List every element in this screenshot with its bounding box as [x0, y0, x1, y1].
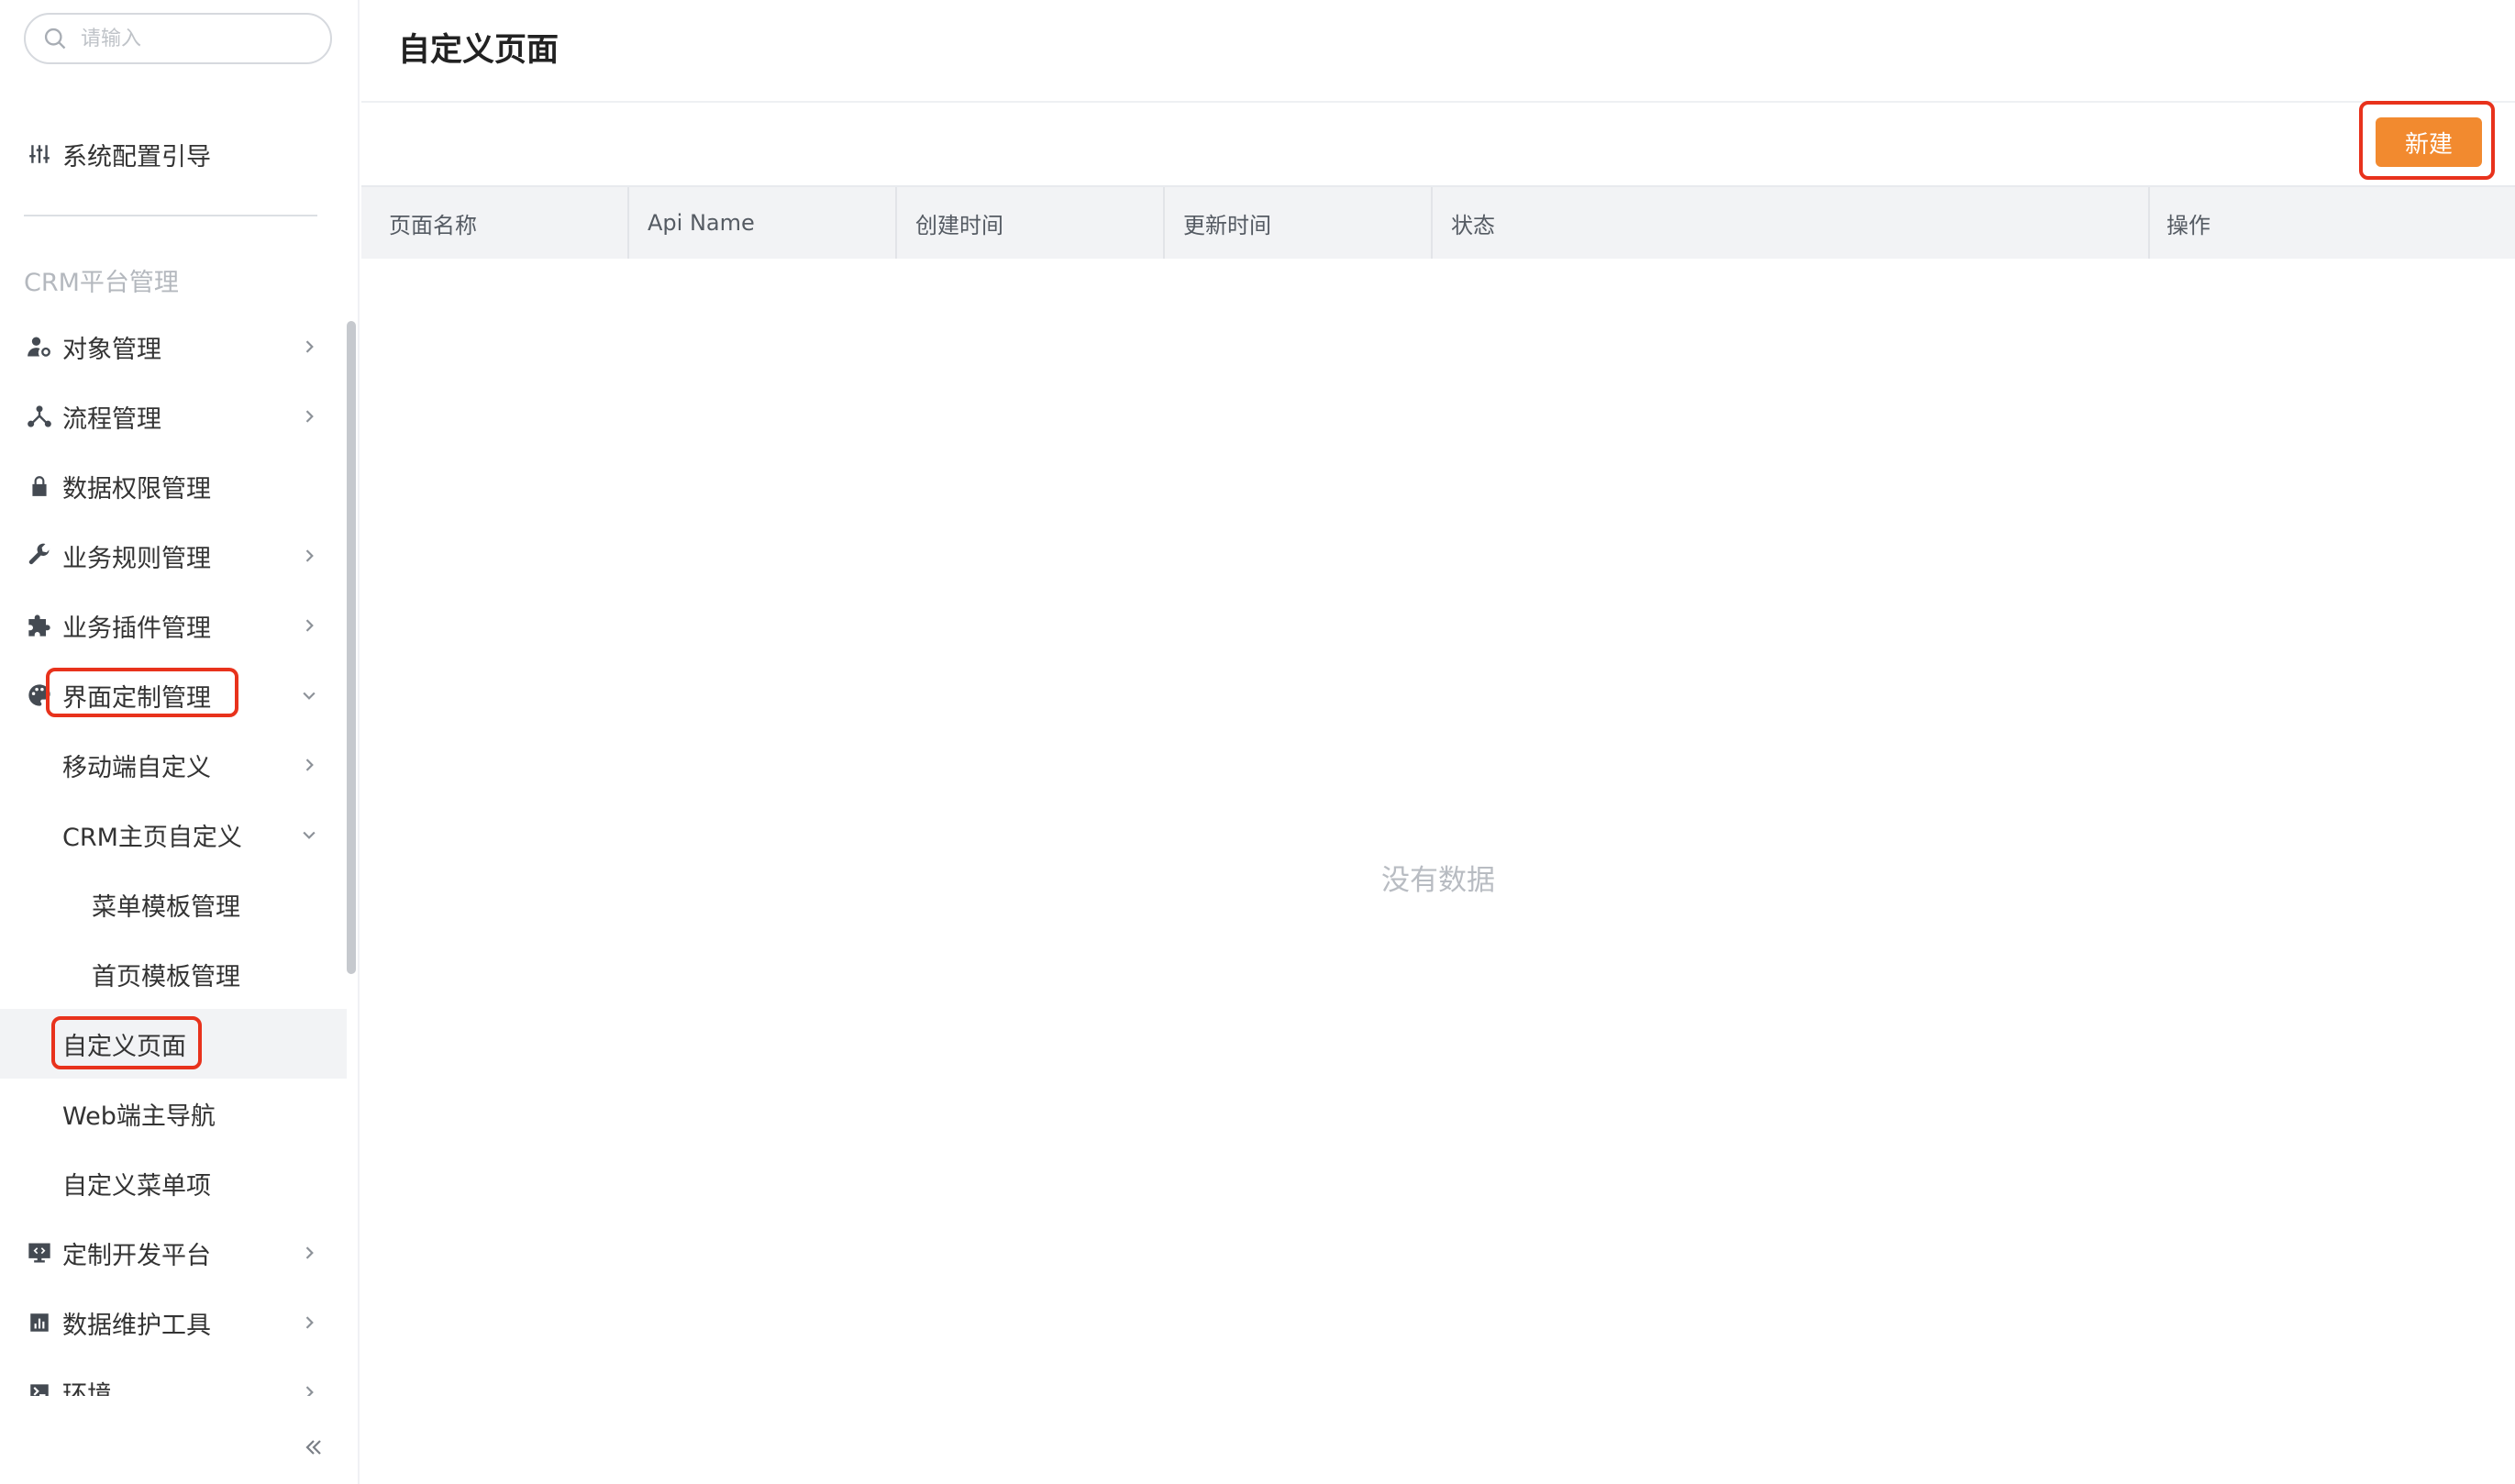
app-root: 系统配置引导 CRM平台管理 对象管理 流程管理 [0, 0, 2515, 1484]
sidebar-item-label: 数据权限管理 [62, 474, 211, 504]
sidebar-item-label: 菜单模板管理 [92, 892, 240, 922]
sidebar-item-flow-management[interactable]: 流程管理 [0, 382, 347, 451]
sidebar-item-label: 环境 [62, 1380, 112, 1397]
search-icon [44, 28, 66, 50]
main-content: 自定义页面 新建 页面名称 Api Name 创建时间 更新时间 状态 操作 没… [361, 0, 2515, 1484]
sidebar-item-data-maintenance[interactable]: 数据维护工具 [0, 1288, 347, 1357]
sidebar-divider [24, 215, 317, 216]
puzzle-icon [26, 612, 53, 639]
sidebar-scrollbar[interactable] [347, 321, 356, 974]
sidebar-item-label: 对象管理 [62, 335, 161, 364]
chevron-right-icon [297, 544, 321, 568]
search-box[interactable] [24, 13, 332, 64]
sidebar-item-label: 界面定制管理 [62, 683, 211, 713]
sidebar-item-label: 业务插件管理 [62, 614, 211, 643]
sidebar-item-label: 自定义菜单项 [62, 1171, 211, 1201]
new-button[interactable]: 新建 [2376, 117, 2482, 167]
header-divider [361, 101, 2515, 103]
chevron-down-icon [297, 823, 321, 847]
sidebar-item-label: 数据维护工具 [62, 1311, 211, 1340]
lock-icon [26, 472, 53, 500]
env-icon [26, 1379, 53, 1396]
search-input[interactable] [81, 20, 319, 57]
chevron-right-icon [297, 753, 321, 777]
sidebar-item-business-rules[interactable]: 业务规则管理 [0, 521, 347, 591]
sidebar-item-label: Web端主导航 [62, 1102, 216, 1131]
highlight-box: 新建 [2359, 101, 2495, 180]
sidebar-item-object-management[interactable]: 对象管理 [0, 312, 347, 382]
sidebar-item-label: 定制开发平台 [62, 1241, 211, 1270]
chevron-right-icon [297, 1241, 321, 1265]
user-settings-icon [26, 333, 53, 360]
chevron-right-icon [297, 335, 321, 359]
sidebar-item-label: 自定义页面 [62, 1032, 186, 1061]
double-chevron-left-icon [305, 1440, 321, 1455]
system-guide-label: 系统配置引导 [62, 142, 211, 172]
column-header-actions: 操作 [2166, 212, 2210, 238]
sidebar-item-web-nav[interactable]: Web端主导航 [0, 1079, 347, 1148]
sidebar-item-data-permission[interactable]: 数据权限管理 [0, 451, 347, 521]
sidebar-item-custom-page[interactable]: 自定义页面 [0, 1009, 347, 1079]
chevron-down-icon [297, 683, 321, 707]
sliders-icon [26, 140, 53, 168]
sidebar-item-business-plugins[interactable]: 业务插件管理 [0, 591, 347, 660]
chevron-right-icon [297, 1380, 321, 1396]
sidebar-item-label: 移动端自定义 [62, 753, 211, 782]
column-header-created-time[interactable]: 创建时间 [897, 187, 1165, 259]
sidebar-item-label: 流程管理 [62, 404, 161, 434]
sidebar-item-label: CRM主页自定义 [62, 823, 242, 852]
sidebar-item-custom-menu-item[interactable]: 自定义菜单项 [0, 1148, 347, 1218]
column-header-api-name[interactable]: Api Name [629, 187, 897, 259]
sidebar-item-crm-home-custom[interactable]: CRM主页自定义 [0, 800, 347, 869]
column-header-updated-time[interactable]: 更新时间 [1165, 187, 1433, 259]
collapse-sidebar-button[interactable] [295, 1431, 332, 1464]
page-title: 自定义页面 [398, 32, 560, 69]
sidebar-item-label: 业务规则管理 [62, 544, 211, 573]
sidebar: 系统配置引导 CRM平台管理 对象管理 流程管理 [0, 0, 360, 1484]
monitor-code-icon [26, 1239, 53, 1267]
sidebar-item-environment[interactable]: 环境 [0, 1357, 347, 1396]
scrollbar-thumb[interactable] [347, 321, 356, 974]
empty-state-text: 没有数据 [1381, 864, 1495, 897]
wrench-icon [26, 542, 53, 570]
chevron-right-icon [297, 404, 321, 428]
table-header: 页面名称 Api Name 创建时间 更新时间 状态 操作 [361, 185, 2515, 259]
system-guide-link[interactable]: 系统配置引导 [24, 119, 336, 189]
sidebar-item-mobile-custom[interactable]: 移动端自定义 [0, 730, 347, 800]
chevron-right-icon [297, 1311, 321, 1334]
sidebar-item-home-template[interactable]: 首页模板管理 [0, 939, 347, 1009]
column-header-page-name[interactable]: 页面名称 [361, 187, 629, 259]
chevron-right-icon [297, 614, 321, 637]
palette-icon [26, 681, 53, 709]
sidebar-item-label: 首页模板管理 [92, 962, 240, 991]
section-title: CRM平台管理 [24, 269, 179, 297]
flow-icon [26, 403, 53, 430]
sidebar-item-dev-platform[interactable]: 定制开发平台 [0, 1218, 347, 1288]
column-header-status[interactable]: 状态 [1433, 187, 2150, 259]
sidebar-item-menu-template[interactable]: 菜单模板管理 [0, 869, 347, 939]
sidebar-item-ui-customization[interactable]: 界面定制管理 [0, 660, 347, 730]
menu-list: 对象管理 流程管理 数据权限管理 业务规则管理 业务插件管理 界面定制管理 移动… [0, 312, 347, 1396]
chart-box-icon [26, 1309, 53, 1336]
